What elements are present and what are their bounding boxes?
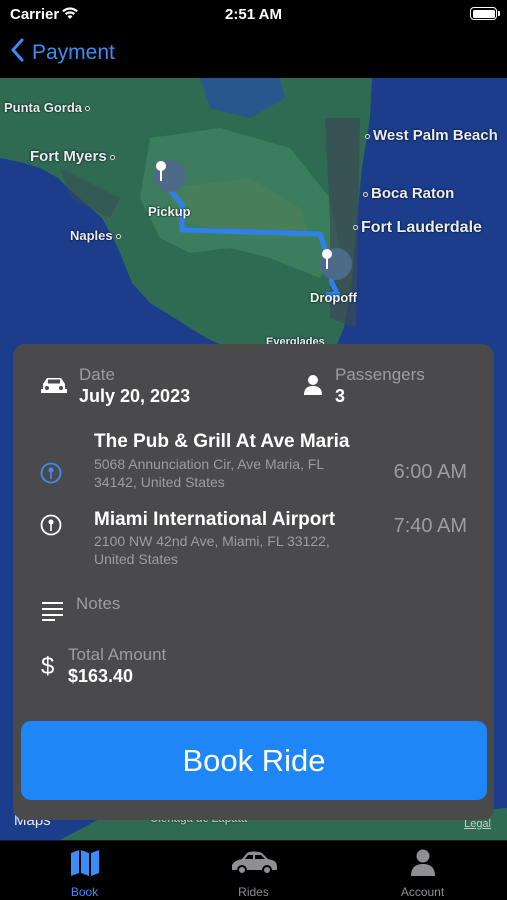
city-label-boca-raton: Boca Raton	[360, 185, 454, 202]
back-button[interactable]: Payment	[10, 38, 115, 67]
dropoff-time: 7:40 AM	[393, 515, 467, 537]
notes-field[interactable]: Notes	[76, 594, 120, 614]
total-value: $163.40	[68, 666, 134, 686]
person-icon	[338, 849, 507, 877]
dropoff-map-label: Dropoff	[310, 290, 357, 305]
pickup-address: 5068 Annunciation Cir, Ave Maria, FL 341…	[94, 456, 324, 490]
date-value: July 20, 2023	[79, 386, 191, 406]
car-icon	[169, 849, 338, 877]
tab-label: Rides	[238, 885, 269, 899]
city-label-punta-gorda: Punta Gorda	[4, 100, 93, 115]
tab-book[interactable]: Book	[0, 841, 169, 900]
chevron-left-icon	[10, 38, 24, 67]
city-label-west-palm-beach: West Palm Beach	[362, 127, 498, 144]
battery-icon	[470, 7, 500, 20]
tab-rides[interactable]: Rides	[169, 841, 338, 900]
dropoff-pin-icon	[40, 514, 62, 541]
pickup-time: 6:00 AM	[393, 461, 467, 483]
nav-bar: Payment	[0, 30, 507, 78]
tab-label: Account	[400, 885, 445, 899]
dropoff-pin[interactable]	[320, 248, 352, 280]
notes-icon	[42, 601, 64, 626]
clock: 2:51 AM	[225, 6, 282, 23]
status-bar: Carrier 2:51 AM	[0, 0, 507, 30]
pickup-pin[interactable]	[154, 160, 186, 192]
tab-account[interactable]: Account	[338, 841, 507, 900]
passengers-label: Passengers	[335, 365, 425, 384]
pickup-name: The Pub & Grill At Ave Maria	[94, 431, 350, 452]
city-label-fort-myers: Fort Myers	[30, 148, 118, 165]
pickup-pin-icon	[40, 462, 62, 489]
dollar-icon: $	[41, 653, 55, 680]
total-label: Total Amount	[68, 645, 167, 664]
car-icon	[40, 376, 68, 401]
date-label: Date	[79, 365, 115, 384]
passengers-value: 3	[335, 386, 346, 406]
dropoff-address: 2100 NW 42nd Ave, Miami, FL 33122, Unite…	[94, 533, 330, 567]
tab-label: Book	[70, 885, 99, 899]
tab-bar: Book Rides Account	[0, 840, 507, 900]
map-icon	[0, 849, 169, 877]
book-ride-button[interactable]: Book Ride	[21, 721, 487, 800]
dropoff-name: Miami International Airport	[94, 509, 336, 530]
back-label: Payment	[32, 40, 115, 64]
city-label-fort-lauderdale: Fort Lauderdale	[350, 219, 482, 237]
pickup-map-label: Pickup	[148, 204, 191, 219]
person-icon	[303, 374, 323, 401]
city-label-naples: Naples	[70, 228, 124, 243]
